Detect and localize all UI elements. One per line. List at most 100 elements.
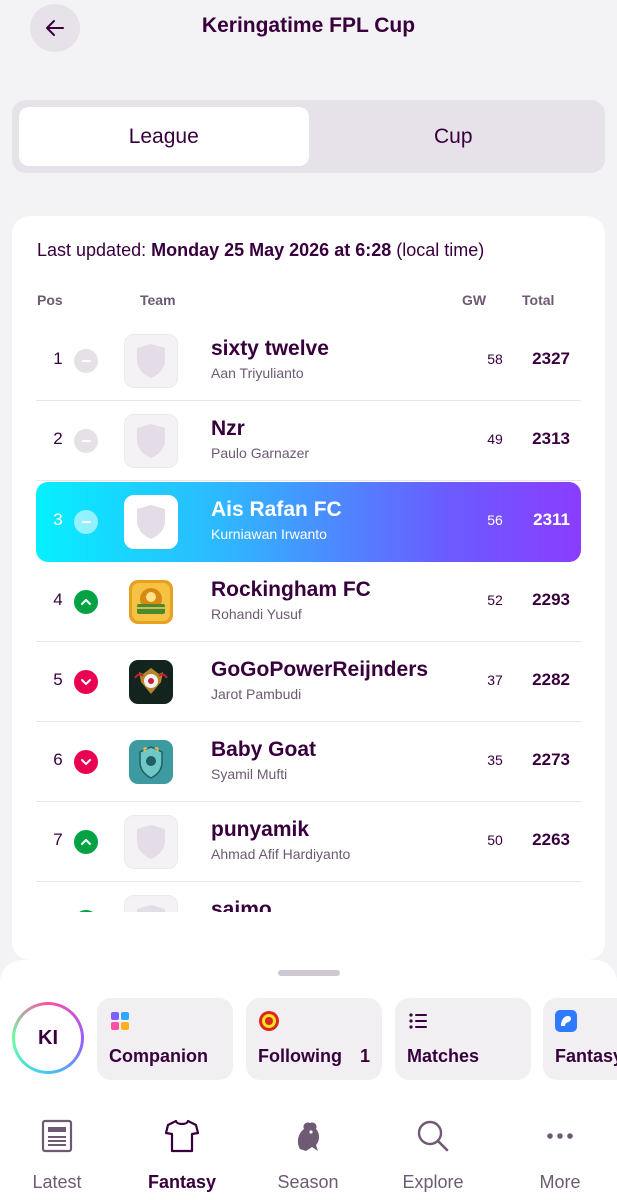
table-row[interactable]: 4 Rockingham FC Rohandi Yusuf 52 2293 bbox=[36, 562, 581, 642]
following-count-badge: 1 bbox=[360, 1046, 371, 1066]
no-change-icon bbox=[74, 349, 98, 373]
gameweek-points: 56 bbox=[487, 512, 503, 528]
team-name: Nzr bbox=[211, 417, 245, 440]
table-row[interactable]: 1 sixty twelve Aan Triyulianto 58 2327 bbox=[36, 321, 581, 401]
nav-label: Season bbox=[277, 1172, 339, 1192]
manager-name: Rohandi Yusuf bbox=[211, 606, 302, 622]
golden-field-crest-icon bbox=[124, 575, 178, 629]
nav-item-more[interactable]: More bbox=[510, 1110, 610, 1200]
search-icon bbox=[415, 1118, 451, 1154]
last-updated: Last updated: Monday 25 May 2026 at 6:28… bbox=[37, 240, 484, 261]
gameweek-points: 58 bbox=[487, 351, 503, 367]
table-row[interactable]: 5 GoGoPowerReijnders Jarot Pambudi 37 22… bbox=[36, 642, 581, 722]
nav-label: More bbox=[539, 1172, 581, 1192]
chip-label: Companion bbox=[109, 1046, 208, 1066]
lion-icon bbox=[290, 1118, 326, 1154]
total-points: 2293 bbox=[532, 590, 570, 609]
column-header-gw: GW bbox=[462, 292, 487, 308]
manager-name: Aan Triyulianto bbox=[211, 365, 304, 381]
table-row[interactable]: 2 Nzr Paulo Garnazer 49 2313 bbox=[36, 401, 581, 481]
table-row[interactable]: 7 punyamik Ahmad Afif Hardiyanto 50 2263 bbox=[36, 802, 581, 882]
table-row[interactable]: 6 Baby Goat Syamil Mufti 35 2273 bbox=[36, 722, 581, 802]
header: Keringatime FPL Cup bbox=[0, 0, 617, 60]
row-position: 2 bbox=[53, 429, 63, 448]
total-points: 2282 bbox=[532, 670, 570, 689]
gameweek-points: 35 bbox=[487, 752, 503, 768]
more-icon bbox=[542, 1118, 578, 1154]
teal-goat-crest-icon bbox=[124, 735, 178, 789]
avatar[interactable]: KI bbox=[12, 1002, 84, 1074]
man-utd-crest-icon bbox=[259, 1011, 279, 1031]
gameweek-points: 49 bbox=[487, 431, 503, 447]
row-position: 4 bbox=[53, 590, 63, 609]
team-name: Baby Goat bbox=[211, 738, 317, 761]
last-updated-prefix: Last updated: bbox=[37, 240, 147, 260]
last-updated-time: Monday 25 May 2026 at 6:28 bbox=[151, 240, 392, 260]
default-shield-icon bbox=[124, 815, 178, 869]
default-shield-icon bbox=[124, 334, 178, 388]
companion-chip[interactable]: Companion bbox=[97, 998, 233, 1080]
no-change-icon bbox=[74, 510, 98, 534]
default-shield-icon bbox=[124, 495, 178, 549]
nav-item-latest[interactable]: Latest bbox=[7, 1110, 107, 1200]
avatar-initials: KI bbox=[15, 1005, 81, 1071]
gameweek-points: 50 bbox=[487, 832, 503, 848]
following-chip[interactable]: Following 1 bbox=[246, 998, 382, 1080]
nav-label: Latest bbox=[32, 1172, 82, 1192]
manager-name: Ahmad Afif Hardiyanto bbox=[211, 846, 351, 862]
gameweek-points: 37 bbox=[487, 672, 503, 688]
column-header-team: Team bbox=[140, 292, 176, 308]
nav-item-season[interactable]: Season bbox=[258, 1110, 358, 1200]
league-cup-toggle: League Cup bbox=[12, 100, 605, 173]
manager-name: Paulo Garnazer bbox=[211, 445, 310, 461]
manager-name: Syamil Mufti bbox=[211, 766, 288, 782]
nav-label: Explore bbox=[402, 1172, 464, 1192]
standings-card: Last updated: Monday 25 May 2026 at 6:28… bbox=[12, 216, 605, 960]
news-icon bbox=[39, 1118, 75, 1154]
total-points: 2311 bbox=[533, 510, 570, 529]
last-updated-suffix: (local time) bbox=[396, 240, 485, 260]
premier-league-app-icon bbox=[555, 1010, 577, 1032]
chip-label: Matches bbox=[407, 1046, 480, 1066]
row-position: 3 bbox=[53, 510, 63, 529]
sheet-drag-handle[interactable] bbox=[278, 970, 340, 976]
team-name: sixty twelve bbox=[211, 337, 329, 360]
chevron-up-icon bbox=[74, 830, 98, 854]
chevron-down-icon bbox=[74, 750, 98, 774]
chevron-down-icon bbox=[74, 670, 98, 694]
matches-chip[interactable]: Matches bbox=[395, 998, 531, 1080]
total-points: 2273 bbox=[532, 750, 570, 769]
table-row-highlighted[interactable]: 3 Ais Rafan FC Kurniawan Irwanto 56 2311 bbox=[36, 482, 581, 562]
nav-item-explore[interactable]: Explore bbox=[383, 1110, 483, 1200]
list-icon bbox=[409, 1013, 427, 1029]
chip-label: Following bbox=[258, 1046, 342, 1066]
chevron-up-icon bbox=[74, 590, 98, 614]
bottom-nav: Latest Fantasy Season Explore More bbox=[0, 1110, 617, 1200]
team-name: GoGoPowerReijnders bbox=[211, 658, 429, 681]
manager-name: Kurniawan Irwanto bbox=[211, 526, 327, 542]
page-title: Keringatime FPL Cup bbox=[201, 14, 416, 37]
fantasy-chip[interactable]: Fantasy bbox=[543, 998, 617, 1080]
row-position: 1 bbox=[53, 349, 63, 368]
winged-ball-crest-icon bbox=[124, 655, 178, 709]
tab-league[interactable]: League bbox=[19, 107, 309, 166]
total-points: 2263 bbox=[532, 830, 570, 849]
total-points: 2327 bbox=[532, 349, 570, 368]
column-header-pos: Pos bbox=[37, 292, 63, 308]
column-header-total: Total bbox=[522, 292, 555, 308]
team-name: punyamik bbox=[211, 818, 310, 841]
default-shield-icon bbox=[124, 414, 178, 468]
team-name: Ais Rafan FC bbox=[211, 498, 342, 521]
row-position: 6 bbox=[53, 750, 63, 769]
row-position: 7 bbox=[53, 830, 63, 849]
copilot-icon bbox=[111, 1012, 129, 1030]
gameweek-points: 52 bbox=[487, 592, 503, 608]
row-position: 5 bbox=[53, 670, 63, 689]
nav-label: Fantasy bbox=[147, 1172, 217, 1192]
nav-item-fantasy[interactable]: Fantasy bbox=[132, 1110, 232, 1200]
tab-cup[interactable]: Cup bbox=[309, 107, 599, 166]
list-fade-cover bbox=[12, 912, 605, 960]
manager-name: Jarot Pambudi bbox=[211, 686, 302, 702]
shirt-icon bbox=[164, 1118, 200, 1154]
total-points: 2313 bbox=[532, 429, 570, 448]
